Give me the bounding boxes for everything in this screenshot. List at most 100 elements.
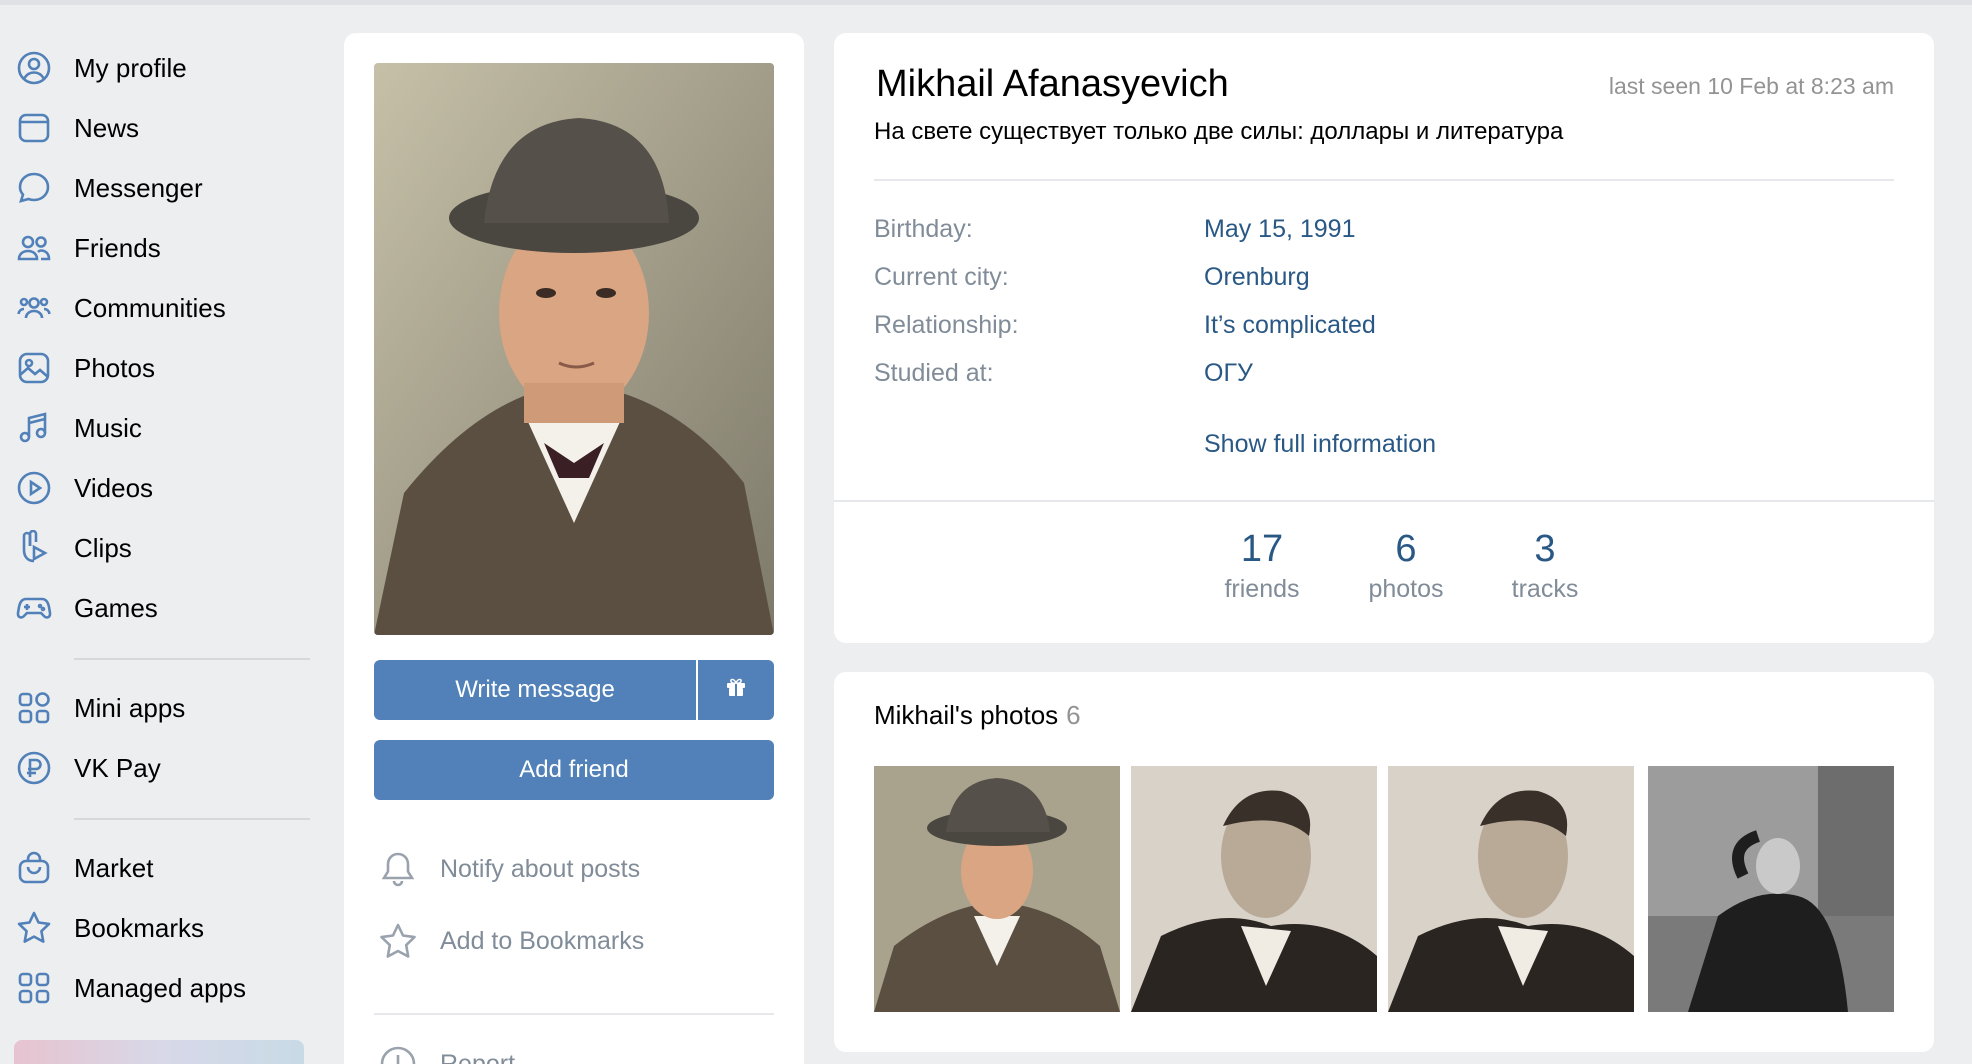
sidebar-item-label: Bookmarks [74,912,205,943]
sidebar-item-my-profile[interactable]: My profile [0,38,320,98]
info-row-relationship: Relationship: It’s complicated [874,311,1376,340]
sidebar-divider [74,658,310,660]
ruble-circle-icon [14,748,54,788]
photo-thumbnail[interactable] [1648,766,1894,1012]
profile-status[interactable]: На свете существует только две силы: дол… [874,118,1563,146]
info-label: Studied at: [874,359,994,387]
gift-icon [724,675,748,706]
counter-number: 3 [1534,528,1556,570]
photo-thumbnail[interactable] [874,766,1120,1012]
sidebar-item-music[interactable]: Music [0,398,320,458]
actions-divider [374,1013,774,1015]
counter-number: 17 [1240,528,1284,570]
play-circle-icon [14,468,54,508]
user-circle-icon [14,48,54,88]
notify-about-posts-action[interactable]: Notify about posts [374,844,640,894]
send-gift-button[interactable] [698,660,774,720]
sidebar-item-communities[interactable]: Communities [0,278,320,338]
add-to-bookmarks-action[interactable]: Add to Bookmarks [374,916,644,966]
sidebar-item-label: Managed apps [74,972,247,1003]
sidebar-item-label: Videos [74,472,154,503]
info-value[interactable]: It’s complicated [1204,311,1376,340]
counters-divider [834,500,1934,502]
report-icon [374,1040,422,1064]
profile-info-card: Mikhail Afanasyevich last seen 10 Feb at… [834,33,1934,643]
photos-title: Mikhail's photos [874,700,1059,730]
star-icon [14,908,54,948]
info-value[interactable]: ОГУ [1204,359,1253,388]
sidebar-item-friends[interactable]: Friends [0,218,320,278]
photos-count: 6 [1066,700,1081,730]
sidebar-item-label: Friends [74,232,161,263]
sidebar-item-photos[interactable]: Photos [0,338,320,398]
profile-avatar[interactable] [374,63,774,635]
counter-label: photos [1368,575,1444,603]
counter-label: tracks [1511,575,1579,603]
sidebar-item-label: Photos [74,352,155,383]
clips-icon [14,528,54,568]
gamepad-icon [14,588,54,628]
photo-thumbnail[interactable] [1388,766,1634,1012]
info-label: Birthday: [874,215,973,243]
message-bubble-icon [14,168,54,208]
profile-avatar-card: Write message Add friend Notify about po… [344,33,804,1064]
sidebar-item-label: News [74,112,140,143]
communities-icon [14,288,54,328]
sidebar-item-label: Messenger [74,172,203,203]
info-row-studied: Studied at: ОГУ [874,359,1253,388]
info-value[interactable]: Orenburg [1204,263,1310,292]
show-full-information-link[interactable]: Show full information [1204,430,1436,459]
message-button-group: Write message [374,660,774,720]
sidebar-item-managed-apps[interactable]: Managed apps [0,958,320,1018]
music-note-icon [14,408,54,448]
sidebar-item-market[interactable]: Market [0,838,320,898]
sidebar-item-label: My profile [74,52,187,83]
photo-thumbnail[interactable] [1131,766,1377,1012]
sidebar-item-news[interactable]: News [0,98,320,158]
add-bookmarks-label: Add to Bookmarks [440,926,645,955]
sidebar-item-label: VK Pay [74,752,161,783]
info-divider [874,179,1894,181]
sidebar-item-clips[interactable]: Clips [0,518,320,578]
sidebar-item-mini-apps[interactable]: Mini apps [0,678,320,738]
info-label: Relationship: [874,311,1019,339]
photos-card: Mikhail's photos 6 [834,672,1934,1052]
sidebar-ad-banner[interactable] [14,1040,304,1064]
add-friend-button[interactable]: Add friend [374,740,774,800]
bell-icon [374,845,422,893]
notify-label: Notify about posts [440,854,641,883]
sidebar-item-label: Music [74,412,142,443]
sidebar-item-games[interactable]: Games [0,578,320,638]
sidebar-item-messenger[interactable]: Messenger [0,158,320,218]
counter-tracks[interactable]: 3 tracks [1485,528,1605,604]
star-outline-icon [374,917,422,965]
write-message-button[interactable]: Write message [374,660,696,720]
sidebar-item-label: Clips [74,532,132,563]
sidebar-item-label: Mini apps [74,692,186,723]
photos-header[interactable]: Mikhail's photos 6 [874,700,1081,731]
managed-apps-icon [14,968,54,1008]
info-row-birthday: Birthday: May 15, 1991 [874,215,1356,244]
mini-apps-icon [14,688,54,728]
counter-friends[interactable]: 17 friends [1202,528,1322,604]
sidebar-item-bookmarks[interactable]: Bookmarks [0,898,320,958]
sidebar-item-videos[interactable]: Videos [0,458,320,518]
photo-icon [14,348,54,388]
counter-number: 6 [1395,528,1417,570]
sidebar-item-label: Communities [74,292,226,323]
sidebar-item-label: Market [74,852,154,883]
top-border [0,0,1972,5]
report-action[interactable]: Report [374,1039,515,1064]
info-value[interactable]: May 15, 1991 [1204,215,1356,244]
sidebar-item-vk-pay[interactable]: VK Pay [0,738,320,798]
profile-name: Mikhail Afanasyevich [876,63,1229,105]
news-icon [14,108,54,148]
info-row-city: Current city: Orenburg [874,263,1310,292]
counter-label: friends [1224,575,1300,603]
sidebar-item-label: Games [74,592,158,623]
friends-icon [14,228,54,268]
last-seen-status: last seen 10 Feb at 8:23 am [1608,73,1894,99]
counter-photos[interactable]: 6 photos [1346,528,1466,604]
left-sidebar: My profile News Messenger Friends Commun… [0,38,320,1018]
report-label: Report [440,1049,516,1064]
